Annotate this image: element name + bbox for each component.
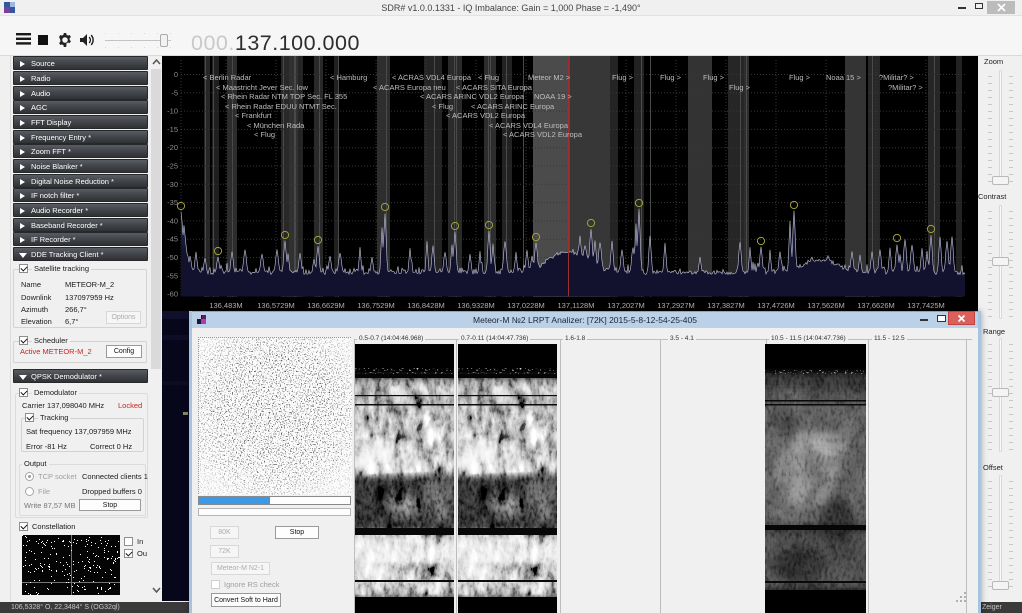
svg-text:< Berlin Radar: < Berlin Radar [203,73,252,82]
svg-text:-40: -40 [167,216,178,225]
svg-text:137,6626M: 137,6626M [857,301,895,310]
svg-text:-25: -25 [167,162,178,171]
svg-text:-5: -5 [171,88,178,97]
svg-text:< München Rada: < München Rada [247,121,305,130]
svg-text:< Flug: < Flug [478,73,499,82]
svg-text:-30: -30 [167,180,178,189]
svg-text:< ACRAS VDL4 Europa: < ACRAS VDL4 Europa [392,73,472,82]
svg-text:?Militar? >: ?Militar? > [888,83,923,92]
svg-text:< ACARS ARINC Europa: < ACARS ARINC Europa [471,102,555,111]
svg-text:136,7529M: 136,7529M [357,301,395,310]
svg-text:< ACARS VDL2 Europa: < ACARS VDL2 Europa [446,111,526,120]
svg-text:136,8428M: 136,8428M [407,301,445,310]
svg-text:Noaa 15 >: Noaa 15 > [826,73,861,82]
svg-text:-50: -50 [167,253,178,262]
svg-text:< Frankfurt: < Frankfurt [235,111,272,120]
svg-text:NOAA 19 >: NOAA 19 > [534,92,572,101]
svg-text:0: 0 [174,70,178,79]
svg-text:-45: -45 [167,235,178,244]
svg-text:136,9328M: 136,9328M [457,301,495,310]
svg-text:Flug >: Flug > [660,73,682,82]
svg-text:137,2927M: 137,2927M [657,301,695,310]
svg-text:-10: -10 [167,107,178,116]
svg-text:137,1128M: 137,1128M [558,301,595,310]
svg-text:137,4726M: 137,4726M [757,301,795,310]
svg-text:137,5626M: 137,5626M [807,301,845,310]
svg-text:Flug >: Flug > [729,83,751,92]
svg-text:-35: -35 [167,198,178,207]
svg-text:-60: -60 [167,290,178,299]
svg-text:Flug >: Flug > [703,73,725,82]
svg-text:Meteor M2 >: Meteor M2 > [528,73,571,82]
svg-text:-55: -55 [167,271,178,280]
svg-text:Flug >: Flug > [789,73,811,82]
svg-text:136,5729M: 136,5729M [257,301,295,310]
svg-text:< ACARS VDL4 Europa: < ACARS VDL4 Europa [489,121,569,130]
svg-text:< Rhein Radar EDUU NTMT Sec.: < Rhein Radar EDUU NTMT Sec. [225,102,337,111]
svg-text:136,483M: 136,483M [209,301,242,310]
svg-text:137,7425M: 137,7425M [907,301,945,310]
svg-text:< ACARS VDL2 Europa: < ACARS VDL2 Europa [503,130,583,139]
svg-text:137,0228M: 137,0228M [507,301,545,310]
svg-text:< ACARS Europa neu: < ACARS Europa neu [373,83,446,92]
svg-text:-15: -15 [167,125,178,134]
svg-text:< Rhein Radar NTM TOP Sec. FL: < Rhein Radar NTM TOP Sec. FL 355 [221,92,347,101]
svg-text:Flug >: Flug > [612,73,634,82]
svg-text:< ACARS SITA Europa: < ACARS SITA Europa [456,83,533,92]
svg-text:136,6629M: 136,6629M [307,301,345,310]
svg-text:137,3827M: 137,3827M [707,301,745,310]
svg-text:< ACARS ARINC VDL2 Europa: < ACARS ARINC VDL2 Europa [420,92,525,101]
svg-text:?Militar? >: ?Militar? > [879,73,914,82]
svg-text:< Maastricht Jever Sec. low: < Maastricht Jever Sec. low [216,83,308,92]
svg-text:-20: -20 [167,143,178,152]
svg-text:137,2027M: 137,2027M [607,301,645,310]
svg-text:< Flug: < Flug [432,102,453,111]
svg-text:< Hamburg: < Hamburg [330,73,367,82]
svg-text:< Flug: < Flug [254,130,275,139]
